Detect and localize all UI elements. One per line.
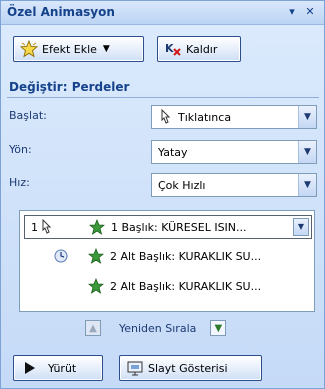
item-text: 2 Alt Başlık: KURAKLIK SU... <box>110 250 262 263</box>
move-up-icon[interactable]: ▲ <box>85 320 101 336</box>
direction-value: Yatay <box>158 146 188 159</box>
pane-title-bar: Özel Animasyon ▾ ✕ <box>1 1 324 25</box>
close-icon[interactable]: ✕ <box>303 5 317 19</box>
modify-heading: Değiştir: Perdeler <box>9 80 130 94</box>
chevron-down-icon[interactable]: ▼ <box>298 141 316 163</box>
clock-icon <box>54 249 68 263</box>
list-item[interactable]: 2 Alt Başlık: KURAKLIK SU... <box>24 275 312 299</box>
slideshow-icon <box>127 361 143 376</box>
reorder-label: Yeniden Sırala <box>119 321 197 335</box>
slideshow-button[interactable]: Slayt Gösterisi <box>119 355 262 381</box>
chevron-down-icon: ▼ <box>102 44 110 54</box>
direction-label: Yön: <box>9 143 32 156</box>
item-number: 1 <box>31 221 38 234</box>
play-label: Yürüt <box>48 361 77 375</box>
add-effect-label: Efekt Ekle <box>42 42 97 56</box>
item-text: 2 Alt Başlık: KURAKLIK SU... <box>110 280 262 293</box>
section-divider <box>7 97 319 98</box>
play-button[interactable]: Yürüt <box>13 355 103 381</box>
chevron-down-icon[interactable]: ▼ <box>293 218 309 236</box>
start-select[interactable]: Tıklatınca ▼ <box>151 105 317 129</box>
chevron-down-icon[interactable]: ▼ <box>298 106 316 128</box>
reorder-controls: ▲ Yeniden Sırala ▼ <box>85 319 227 337</box>
direction-select[interactable]: Yatay ▼ <box>151 140 317 164</box>
pane-title: Özel Animasyon <box>7 5 115 19</box>
list-item[interactable]: 1 1 Başlık: KÜRESEL ISIN... ▼ <box>24 215 312 239</box>
add-effect-button[interactable]: Efekt Ekle ▼ <box>13 36 144 62</box>
move-down-icon[interactable]: ▼ <box>210 320 227 336</box>
play-icon <box>25 362 35 374</box>
list-item[interactable]: 2 Alt Başlık: KURAKLIK SU... <box>24 245 312 269</box>
speed-select[interactable]: Çok Hızlı ▼ <box>151 173 317 197</box>
mouse-click-icon <box>42 219 52 234</box>
remove-button[interactable]: K Kaldır <box>157 36 241 62</box>
entrance-effect-icon <box>88 278 104 294</box>
pane-options-icon[interactable]: ▾ <box>285 5 299 19</box>
entrance-effect-icon <box>88 248 104 264</box>
remove-effect-icon: K <box>165 42 181 56</box>
start-value: Tıklatınca <box>178 111 232 124</box>
custom-animation-pane: Özel Animasyon ▾ ✕ Efekt Ekle ▼ K Kaldır… <box>0 0 325 389</box>
animation-list[interactable]: 1 1 Başlık: KÜRESEL ISIN... ▼ 2 Alt Başl… <box>19 210 315 312</box>
entrance-effect-icon <box>89 219 105 235</box>
speed-value: Çok Hızlı <box>158 179 206 192</box>
mouse-click-icon <box>161 109 171 124</box>
slideshow-label: Slayt Gösterisi <box>148 361 228 375</box>
svg-text:K: K <box>165 42 174 55</box>
speed-label: Hız: <box>9 176 30 189</box>
remove-label: Kaldır <box>186 42 218 56</box>
chevron-down-icon[interactable]: ▼ <box>298 174 316 196</box>
start-label: Başlat: <box>9 109 47 122</box>
add-effect-star-icon <box>20 40 38 58</box>
item-text: 1 Başlık: KÜRESEL ISIN... <box>111 221 247 234</box>
